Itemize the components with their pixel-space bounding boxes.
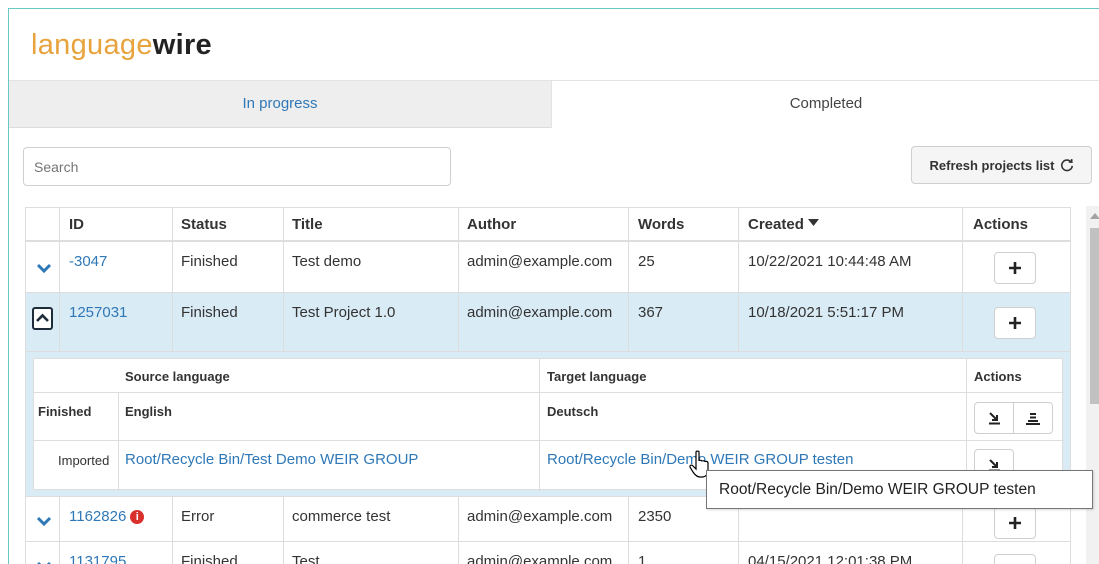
refresh-projects-button[interactable]: Refresh projects list [911, 146, 1092, 184]
project-title: Test [292, 553, 320, 564]
project-words: 25 [638, 253, 655, 270]
scrollbar-thumb[interactable] [1090, 228, 1099, 404]
search-input[interactable] [23, 147, 451, 186]
project-created: 10/22/2021 10:44:48 AM [748, 253, 912, 270]
add-button[interactable] [994, 307, 1036, 339]
project-status: Finished [181, 304, 238, 321]
project-author: admin@example.com [467, 553, 613, 564]
add-button[interactable] [994, 554, 1036, 564]
header-id[interactable]: ID [69, 216, 84, 233]
header-created-label: Created [748, 216, 804, 233]
project-id-cell: 1162826 i [69, 508, 145, 525]
scroll-up-arrow-icon[interactable] [1090, 213, 1099, 219]
language-status: Finished [38, 404, 92, 419]
table-header: ID Status Title Author Words Created Act… [25, 207, 1071, 243]
chevron-up-icon [36, 313, 49, 322]
project-title: Test demo [292, 253, 362, 270]
download-icon [988, 411, 1000, 424]
project-status: Finished [181, 253, 238, 270]
document-stack-icon [1026, 412, 1040, 425]
languagewire-logo: languagewire [31, 29, 212, 62]
target-language: Deutsch [547, 404, 599, 419]
chevron-down-icon[interactable] [35, 557, 53, 564]
table-row[interactable]: 1131795 Finished Test admin@example.com … [25, 542, 1071, 564]
project-title: Test Project 1.0 [292, 304, 396, 321]
project-id-link[interactable]: 1131795 [69, 553, 126, 564]
project-author: admin@example.com [467, 253, 613, 270]
header-created[interactable]: Created [748, 216, 820, 233]
project-created: 04/15/2021 12:01:38 PM [748, 553, 913, 564]
logo-part-language: language [31, 29, 153, 61]
source-language: English [125, 404, 172, 419]
chevron-down-icon[interactable] [35, 512, 53, 530]
file-path-tooltip: Root/Recycle Bin/Demo WEIR GROUP testen [706, 470, 1093, 509]
header-words[interactable]: Words [638, 216, 684, 233]
error-info-icon[interactable]: i [130, 510, 145, 524]
header-actions: Actions [973, 216, 1029, 233]
refresh-button-label: Refresh projects list [929, 157, 1055, 173]
tab-in-progress[interactable]: In progress [9, 80, 551, 128]
plus-icon [1009, 317, 1021, 329]
file-status: Imported [58, 453, 110, 468]
project-status: Error [181, 508, 215, 525]
download-source-button[interactable] [974, 402, 1014, 434]
project-status: Finished [181, 553, 238, 564]
chevron-down-icon[interactable] [35, 259, 53, 277]
logo-part-wire: wire [152, 29, 212, 61]
plus-icon [1009, 262, 1021, 274]
project-id-link[interactable]: 1162826 [69, 508, 126, 525]
project-words: 2350 [638, 508, 672, 525]
subheader-target-language: Target language [547, 369, 647, 384]
project-title: commerce test [292, 508, 391, 525]
plus-icon [1009, 517, 1021, 529]
project-author: admin@example.com [467, 508, 613, 525]
project-words: 367 [638, 304, 664, 321]
table-row-selected[interactable]: 1257031 Finished Test Project 1.0 admin@… [25, 293, 1071, 352]
project-words: 1 [638, 553, 647, 564]
subheader-source-language: Source language [125, 369, 230, 384]
project-id-link[interactable]: 1257031 [69, 304, 127, 321]
project-created: 10/18/2021 5:51:17 PM [748, 304, 904, 321]
table-scrollbar[interactable] [1086, 206, 1099, 564]
refresh-icon [1060, 159, 1073, 172]
source-file-link[interactable]: Root/Recycle Bin/Test Demo WEIR GROUP [125, 451, 418, 468]
project-author: admin@example.com [467, 304, 613, 321]
tab-completed[interactable]: Completed [551, 80, 1099, 128]
subheader-actions: Actions [974, 369, 1022, 384]
sort-desc-icon [808, 219, 820, 226]
project-tabs: In progress Completed [9, 80, 1099, 128]
header-title[interactable]: Title [292, 216, 323, 233]
collapse-button[interactable] [32, 307, 53, 330]
add-button[interactable] [994, 507, 1036, 539]
header-author[interactable]: Author [467, 216, 516, 233]
project-id-link[interactable]: -3047 [69, 253, 107, 270]
add-button[interactable] [994, 252, 1036, 284]
download-all-button[interactable] [1013, 402, 1053, 434]
table-row[interactable]: -3047 Finished Test demo admin@example.c… [25, 242, 1071, 293]
header-status[interactable]: Status [181, 216, 227, 233]
